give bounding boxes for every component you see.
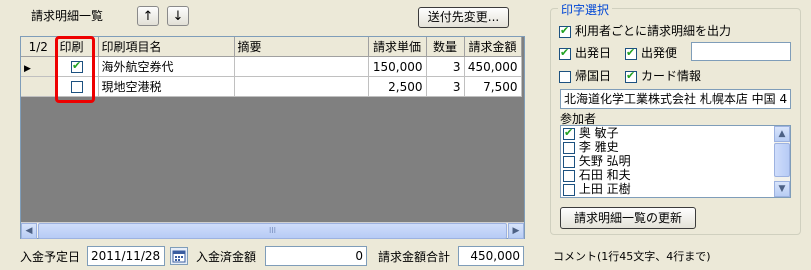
list-title: 請求明細一覧 [31,9,104,23]
participant-checkbox[interactable] [563,169,575,182]
horizontal-scrollbar[interactable]: ◀ III ▶ [21,222,524,239]
amount-cell[interactable]: 7,500 [464,76,522,97]
change-send-destination-button[interactable]: 送付先変更... [418,7,509,28]
unit-price-cell[interactable]: 150,000 [368,56,427,77]
col-header-quantity[interactable]: 数量 [426,37,465,57]
company-field[interactable]: 北海道化学工業株式会社 札幌本店 中国 4 [560,89,791,109]
card-info-label: カード情報 [641,69,702,83]
note-cell[interactable] [234,56,369,77]
scroll-thumb[interactable] [774,143,790,177]
due-date-label: 入金予定日 [20,250,81,264]
participant-checkbox[interactable] [563,126,575,140]
list-item[interactable]: 李 雅史 [561,140,790,154]
move-down-button[interactable]: ↓ [167,6,189,26]
participant-name: 上田 正樹 [578,182,631,196]
paid-amount-field[interactable]: 0 [265,246,367,266]
col-header-amount[interactable]: 請求金額 [464,37,522,57]
row-indicator: ▶ [21,56,57,77]
move-up-button[interactable]: ↑ [137,6,159,26]
unit-price-cell[interactable]: 2,500 [368,76,427,97]
grid-header-row: 1/2 印刷 印刷項目名 摘要 請求単価 数量 請求金額 [21,37,522,57]
participant-name: 矢野 弘明 [578,154,631,168]
list-item[interactable]: 奥 敏子 [561,126,790,140]
return-date-checkbox[interactable] [559,70,571,83]
per-user-checkbox[interactable] [559,24,571,38]
current-row-arrow-icon: ▶ [24,63,31,74]
col-header-note[interactable]: 摘要 [234,37,369,57]
list-item[interactable]: 上田 正樹 [561,182,790,196]
departure-date-checkbox[interactable] [559,46,571,60]
scroll-up-icon[interactable]: ▲ [774,126,790,142]
refresh-billing-list-button[interactable]: 請求明細一覧の更新 [560,207,696,229]
participants-scrollbar[interactable]: ▲ ▼ [774,126,790,197]
amount-cell[interactable]: 450,000 [464,56,522,77]
list-item[interactable]: 石田 和夫 [561,168,790,182]
participant-name: 石田 和夫 [578,168,631,182]
col-header-item-name[interactable]: 印刷項目名 [98,37,235,57]
note-cell[interactable] [234,76,369,97]
participant-checkbox[interactable] [563,141,575,154]
table-row[interactable]: 現地空港税 2,500 3 7,500 [21,76,522,97]
billing-detail-grid[interactable]: 1/2 印刷 印刷項目名 摘要 請求単価 数量 請求金額 ▶ 海外航空券代 15… [20,36,525,239]
scroll-left-icon[interactable]: ◀ [21,223,37,239]
per-user-option[interactable]: 利用者ごとに請求明細を出力 [559,22,731,39]
print-options-legend: 印字選択 [558,1,613,18]
comment-label: コメント(1行45文字、4行まで) [553,250,711,263]
page-indicator: 1/2 [21,37,57,57]
departure-flight-label: 出発便 [641,46,678,60]
departure-flight-option[interactable]: 出発便 [625,44,677,61]
return-date-label: 帰国日 [575,69,612,83]
list-item[interactable]: 矢野 弘明 [561,154,790,168]
participant-checkbox[interactable] [563,155,575,168]
print-column-highlight [55,36,95,103]
table-row[interactable]: ▶ 海外航空券代 150,000 3 450,000 [21,56,522,77]
total-amount-label: 請求金額合計 [378,250,451,264]
calendar-icon[interactable] [170,247,188,265]
col-header-unit-price[interactable]: 請求単価 [368,37,427,57]
item-name-cell[interactable]: 海外航空券代 [98,56,235,77]
participants-list[interactable]: 奥 敏子 李 雅史 矢野 弘明 石田 和夫 上田 正樹 ▲ ▼ [560,125,791,198]
return-date-option[interactable]: 帰国日 [559,67,611,84]
participant-name: 奥 敏子 [578,126,619,140]
departure-date-label: 出発日 [575,46,612,60]
scroll-thumb[interactable]: III [38,223,507,239]
paid-amount-label: 入金済金額 [196,250,257,264]
participant-checkbox[interactable] [563,183,575,196]
departure-flight-checkbox[interactable] [625,46,637,60]
item-name-cell[interactable]: 現地空港税 [98,76,235,97]
per-user-label: 利用者ごとに請求明細を出力 [575,24,732,38]
due-date-field[interactable]: 2011/11/28 [87,246,165,266]
card-info-option[interactable]: カード情報 [625,67,701,84]
quantity-cell[interactable]: 3 [426,56,465,77]
card-info-checkbox[interactable] [625,69,637,83]
scroll-down-icon[interactable]: ▼ [774,181,790,197]
total-amount-field: 450,000 [458,246,524,266]
flight-field[interactable] [691,42,791,61]
row-indicator [21,76,57,97]
participant-name: 李 雅史 [578,140,619,154]
departure-date-option[interactable]: 出発日 [559,44,611,61]
scroll-right-icon[interactable]: ▶ [508,223,524,239]
quantity-cell[interactable]: 3 [426,76,465,97]
